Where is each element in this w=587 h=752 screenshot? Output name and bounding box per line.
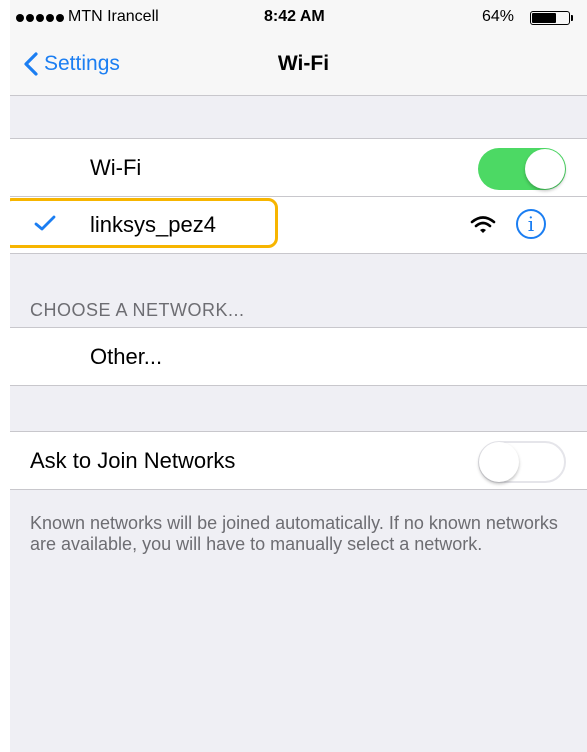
battery-icon bbox=[530, 11, 573, 25]
status-bar: MTN Irancell 8:42 AM 64% bbox=[10, 0, 587, 32]
other-network-row[interactable]: Other... bbox=[10, 328, 587, 385]
wifi-label: Wi-Fi bbox=[90, 155, 142, 180]
ask-to-join-label: Ask to Join Networks bbox=[30, 448, 236, 473]
wifi-toggle[interactable] bbox=[478, 148, 566, 190]
page-title: Wi-Fi bbox=[277, 52, 330, 75]
toggle-knob bbox=[525, 149, 565, 189]
toggle-knob bbox=[479, 442, 519, 482]
cell-signal-icon bbox=[16, 14, 64, 22]
wifi-settings-screen: MTN Irancell 8:42 AM 64% Settings Wi-Fi … bbox=[10, 0, 587, 752]
ask-to-join-toggle[interactable] bbox=[478, 441, 566, 483]
wifi-toggle-row: Wi-Fi bbox=[10, 139, 587, 196]
wifi-group: Wi-Fi linksys_pez4 i bbox=[10, 138, 587, 254]
battery-percent: 64% bbox=[482, 8, 515, 25]
carrier-name: MTN Irancell bbox=[68, 8, 159, 25]
navigation-bar: Settings Wi-Fi bbox=[10, 32, 587, 96]
choose-network-group: Other... bbox=[10, 327, 587, 386]
other-label: Other... bbox=[90, 344, 163, 369]
ask-to-join-row: Ask to Join Networks bbox=[10, 432, 587, 489]
ask-to-join-footer: Known networks will be joined automatica… bbox=[30, 513, 558, 554]
network-name: linksys_pez4 bbox=[90, 212, 216, 237]
info-icon[interactable]: i bbox=[516, 209, 546, 239]
ask-to-join-group: Ask to Join Networks bbox=[10, 431, 587, 490]
wifi-signal-icon bbox=[470, 216, 496, 233]
checkmark-icon bbox=[34, 215, 56, 231]
connected-network-row[interactable]: linksys_pez4 i bbox=[10, 196, 587, 253]
choose-network-header: CHOOSE A NETWORK... bbox=[30, 300, 245, 320]
status-time: 8:42 AM bbox=[264, 8, 325, 25]
